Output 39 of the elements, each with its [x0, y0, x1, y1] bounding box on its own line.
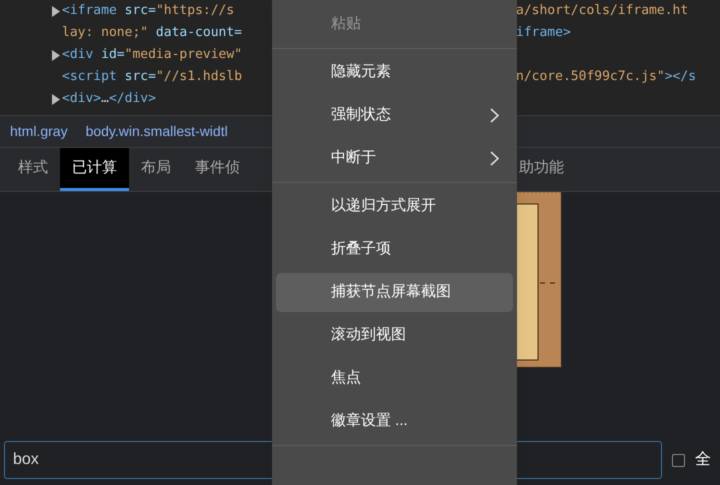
code-token: <script [62, 69, 117, 84]
code-token: a/short/cols/iframe.ht [516, 3, 688, 18]
code-token: … [101, 91, 109, 106]
expand-triangle-icon[interactable] [51, 50, 60, 60]
menu-item[interactable]: 滚动到视图 [276, 316, 513, 355]
panel-tab[interactable]: 助功能 [517, 148, 566, 191]
code-token: "//s1.hdslb [156, 69, 242, 84]
code-token: src= [124, 3, 156, 18]
code-token: iframe> [516, 25, 571, 40]
code-token: "media-preview" [124, 47, 242, 62]
code-token: <iframe [62, 3, 117, 18]
menu-item[interactable]: 以递归方式展开 [276, 187, 513, 226]
expand-triangle-icon[interactable] [51, 94, 60, 104]
menu-item[interactable]: 中断于 [276, 139, 513, 178]
code-token: ></s [664, 69, 696, 84]
code-token: data-count= [154, 25, 242, 40]
menu-item[interactable]: 徽章设置 ... [276, 402, 513, 441]
code-token: </div> [108, 91, 156, 106]
menu-item[interactable]: 焦点 [276, 359, 513, 398]
breadcrumb-link[interactable]: body.win.smallest-widtl [86, 121, 228, 142]
panel-tab[interactable]: 布局 [129, 148, 183, 191]
menu-item[interactable]: 折叠子项 [276, 230, 513, 269]
breadcrumb-link[interactable]: html.gray [10, 121, 68, 142]
checkbox-label: 全 [695, 450, 711, 470]
expand-triangle-icon[interactable] [51, 6, 60, 16]
code-token: lay: none;" [62, 25, 148, 40]
panel-tab[interactable]: 事件侦 [183, 148, 252, 191]
code-token: id= [100, 47, 125, 62]
code-token: n/core.50f99c7c.js" [516, 69, 665, 84]
code-token: src= [124, 69, 156, 84]
menu-item[interactable]: 捕获节点屏幕截图 [276, 273, 513, 312]
menu-item[interactable]: 强制状态 [276, 96, 513, 135]
menu-item[interactable]: 隐藏元素 [276, 53, 513, 92]
code-token: <div [62, 47, 94, 62]
checkbox[interactable] [672, 454, 685, 466]
panel-tab[interactable]: 样式 [6, 148, 60, 191]
panel-tab[interactable]: 已计算 [60, 148, 129, 191]
code-token: "https://s [156, 3, 234, 18]
code-token: <div> [62, 91, 102, 106]
